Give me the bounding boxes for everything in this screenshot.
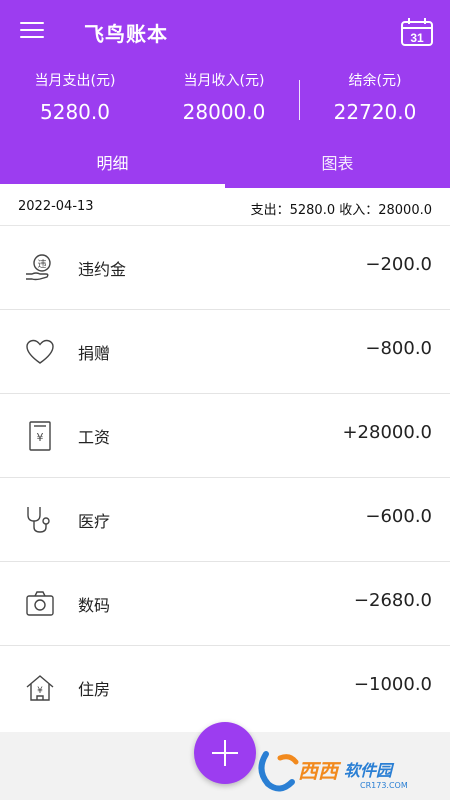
- view-tabs: 明细 图表: [0, 148, 450, 188]
- list-item[interactable]: 医疗 −600.0: [0, 478, 450, 562]
- app-header: 飞鸟账本 31 当月支出(元) 5280.0 当月收入(元) 28000.0 结…: [0, 0, 450, 188]
- day-summary: 支出：5280.0 收入：28000.0: [250, 203, 432, 218]
- tab-charts[interactable]: 图表: [225, 148, 450, 188]
- balance-stat: 结余(元) 22720.0: [300, 70, 450, 124]
- calendar-icon[interactable]: 31: [400, 17, 434, 47]
- entry-category: 住房: [78, 680, 111, 699]
- penalty-icon: 违: [24, 252, 56, 284]
- svg-text:¥: ¥: [37, 686, 43, 696]
- entry-amount: +28000.0: [342, 422, 432, 443]
- list-item[interactable]: 捐赠 −800.0: [0, 310, 450, 394]
- monthly-summary: 当月支出(元) 5280.0 当月收入(元) 28000.0 结余(元) 227…: [0, 70, 450, 130]
- balance-label: 结余(元): [348, 73, 402, 89]
- entry-amount: −800.0: [365, 338, 432, 359]
- calendar-day: 31: [410, 31, 424, 45]
- watermark-logo: 西西 软件园 CR173.COM: [258, 748, 438, 792]
- entry-amount: −1000.0: [353, 674, 432, 695]
- list-item[interactable]: 数码 −2680.0: [0, 562, 450, 646]
- summary-divider: [299, 80, 300, 120]
- income-stat: 当月收入(元) 28000.0: [149, 70, 299, 124]
- svg-text:违: 违: [37, 259, 46, 270]
- add-entry-button[interactable]: [194, 722, 256, 784]
- list-item[interactable]: 违 违约金 −200.0: [0, 226, 450, 310]
- entry-category: 医疗: [78, 512, 111, 531]
- camera-icon: [24, 588, 56, 620]
- income-label: 当月收入(元): [183, 73, 265, 89]
- day-header: 2022-04-13 支出：5280.0 收入：28000.0: [0, 188, 450, 226]
- expense-label: 当月支出(元): [34, 73, 116, 89]
- list-item[interactable]: ¥ 工资 +28000.0: [0, 394, 450, 478]
- heart-icon: [24, 336, 56, 368]
- entry-amount: −600.0: [365, 506, 432, 527]
- svg-text:¥: ¥: [37, 431, 44, 444]
- svg-text:西西: 西西: [298, 759, 342, 783]
- svg-text:CR173.COM: CR173.COM: [360, 781, 408, 790]
- entry-category: 违约金: [78, 260, 127, 279]
- house-icon: ¥: [24, 672, 56, 704]
- day-date: 2022-04-13: [18, 199, 94, 214]
- tab-details[interactable]: 明细: [0, 148, 225, 188]
- entry-category: 捐赠: [78, 344, 111, 363]
- salary-icon: ¥: [24, 420, 56, 452]
- entry-amount: −200.0: [365, 254, 432, 275]
- balance-value: 22720.0: [333, 100, 417, 124]
- stethoscope-icon: [24, 504, 56, 536]
- income-value: 28000.0: [182, 100, 266, 124]
- app-title: 飞鸟账本: [84, 22, 168, 46]
- entry-amount: −2680.0: [353, 590, 432, 611]
- expense-stat: 当月支出(元) 5280.0: [0, 70, 150, 124]
- expense-value: 5280.0: [40, 100, 110, 124]
- svg-text:软件园: 软件园: [344, 761, 395, 780]
- entry-list: 违 违约金 −200.0 捐赠 −800.0 ¥ 工资 +28000.0 医疗 …: [0, 226, 450, 732]
- entry-category: 数码: [78, 596, 111, 615]
- entry-category: 工资: [78, 428, 111, 447]
- menu-icon[interactable]: [20, 22, 44, 42]
- list-item[interactable]: ¥ 住房 −1000.0: [0, 646, 450, 732]
